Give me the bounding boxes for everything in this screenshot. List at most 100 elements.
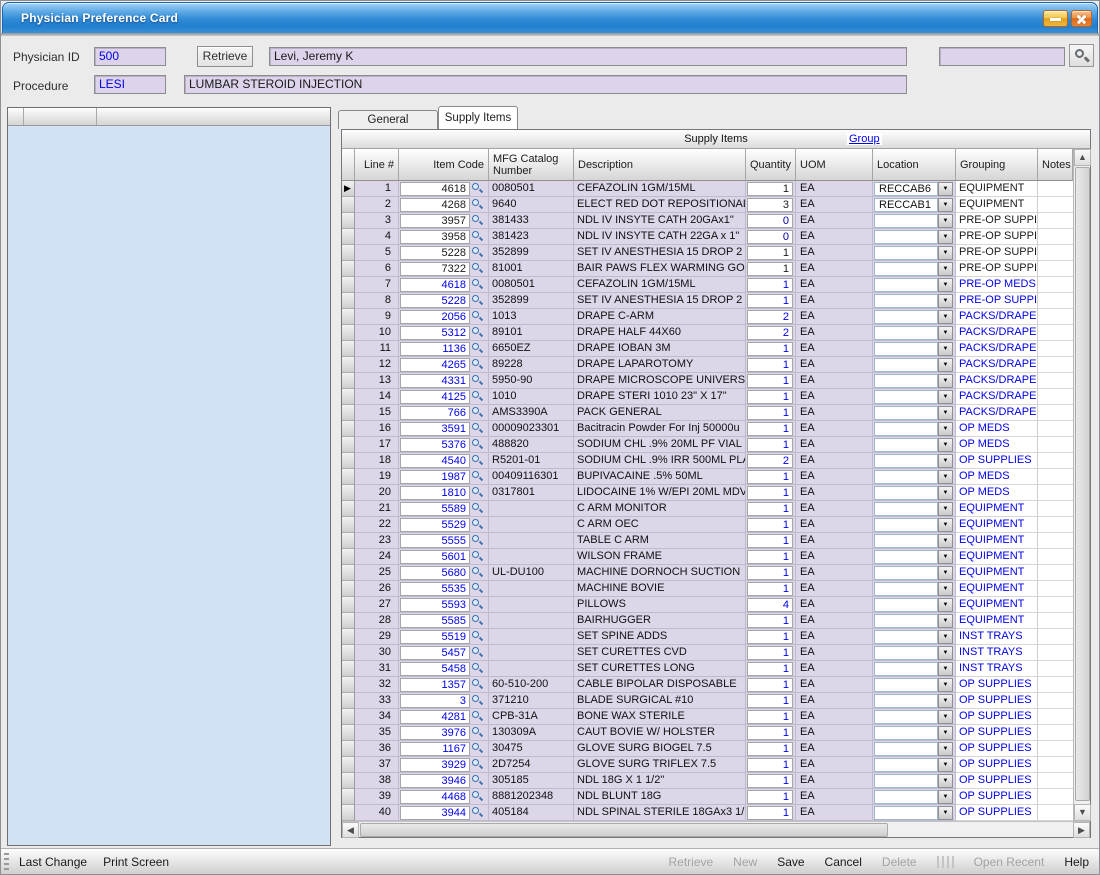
item-code-input[interactable]: 5529 xyxy=(400,518,470,532)
quantity-input[interactable]: 1 xyxy=(747,630,793,644)
item-code-input[interactable]: 5601 xyxy=(400,550,470,564)
close-button[interactable] xyxy=(1071,10,1092,27)
tab-supply-items[interactable]: Supply Items xyxy=(438,106,518,129)
location-dropdown-icon[interactable]: ▼ xyxy=(938,230,953,244)
item-lookup-icon[interactable] xyxy=(470,534,485,548)
item-code-input[interactable]: 5228 xyxy=(400,294,470,308)
location-dropdown-icon[interactable]: ▼ xyxy=(938,582,953,596)
row-selector[interactable] xyxy=(342,741,355,757)
row-selector[interactable] xyxy=(342,197,355,213)
location-dropdown-icon[interactable]: ▼ xyxy=(938,470,953,484)
item-lookup-icon[interactable] xyxy=(470,662,485,676)
quantity-input[interactable]: 1 xyxy=(747,662,793,676)
column-header-description[interactable]: Description xyxy=(574,149,746,181)
row-selector[interactable] xyxy=(342,597,355,613)
row-selector[interactable] xyxy=(342,533,355,549)
location-input[interactable] xyxy=(874,502,938,516)
item-lookup-icon[interactable] xyxy=(470,710,485,724)
item-lookup-icon[interactable] xyxy=(470,790,485,804)
location-dropdown-icon[interactable]: ▼ xyxy=(938,758,953,772)
row-selector[interactable] xyxy=(342,581,355,597)
help-button[interactable]: Help xyxy=(1064,855,1089,869)
minimize-button[interactable] xyxy=(1043,10,1068,27)
location-input[interactable] xyxy=(874,374,938,388)
scroll-left-icon[interactable]: ◀ xyxy=(342,822,359,838)
quantity-input[interactable]: 1 xyxy=(747,694,793,708)
location-dropdown-icon[interactable]: ▼ xyxy=(938,454,953,468)
item-code-input[interactable]: 4331 xyxy=(400,374,470,388)
location-input[interactable] xyxy=(874,614,938,628)
item-lookup-icon[interactable] xyxy=(470,406,485,420)
item-code-input[interactable]: 1357 xyxy=(400,678,470,692)
item-lookup-icon[interactable] xyxy=(470,502,485,516)
item-lookup-icon[interactable] xyxy=(470,326,485,340)
location-input[interactable] xyxy=(874,806,938,820)
location-input[interactable] xyxy=(874,262,938,276)
row-selector[interactable] xyxy=(342,437,355,453)
location-input[interactable] xyxy=(874,438,938,452)
quantity-input[interactable]: 1 xyxy=(747,486,793,500)
location-input[interactable] xyxy=(874,662,938,676)
location-dropdown-icon[interactable]: ▼ xyxy=(938,518,953,532)
quantity-input[interactable]: 1 xyxy=(747,342,793,356)
location-dropdown-icon[interactable]: ▼ xyxy=(938,774,953,788)
item-code-input[interactable]: 5589 xyxy=(400,502,470,516)
location-input[interactable] xyxy=(874,294,938,308)
row-selector[interactable] xyxy=(342,405,355,421)
quantity-input[interactable]: 0 xyxy=(747,230,793,244)
column-header-mfg[interactable]: MFG Catalog Number xyxy=(489,149,574,181)
location-input[interactable] xyxy=(874,406,938,420)
location-dropdown-icon[interactable]: ▼ xyxy=(938,422,953,436)
location-dropdown-icon[interactable]: ▼ xyxy=(938,534,953,548)
quantity-input[interactable]: 1 xyxy=(747,806,793,820)
location-input[interactable] xyxy=(874,390,938,404)
location-dropdown-icon[interactable]: ▼ xyxy=(938,566,953,580)
row-selector[interactable] xyxy=(342,629,355,645)
item-code-input[interactable]: 5458 xyxy=(400,662,470,676)
item-lookup-icon[interactable] xyxy=(470,454,485,468)
location-dropdown-icon[interactable]: ▼ xyxy=(938,502,953,516)
location-dropdown-icon[interactable]: ▼ xyxy=(938,694,953,708)
location-dropdown-icon[interactable]: ▼ xyxy=(938,342,953,356)
location-input[interactable] xyxy=(874,214,938,228)
location-input[interactable] xyxy=(874,230,938,244)
item-code-input[interactable]: 7322 xyxy=(400,262,470,276)
item-code-input[interactable]: 4265 xyxy=(400,358,470,372)
procedure-field[interactable]: LESI xyxy=(94,75,166,94)
print-screen-button[interactable]: Print Screen xyxy=(103,855,169,869)
item-lookup-icon[interactable] xyxy=(470,246,485,260)
location-input[interactable] xyxy=(874,710,938,724)
location-input[interactable] xyxy=(874,742,938,756)
column-header-quantity[interactable]: Quantity xyxy=(746,149,796,181)
quantity-input[interactable]: 1 xyxy=(747,278,793,292)
physician-name-field[interactable]: Levi, Jeremy K xyxy=(269,47,907,66)
location-dropdown-icon[interactable]: ▼ xyxy=(938,726,953,740)
row-selector[interactable] xyxy=(342,229,355,245)
item-lookup-icon[interactable] xyxy=(470,390,485,404)
location-input[interactable] xyxy=(874,566,938,580)
quantity-input[interactable]: 1 xyxy=(747,614,793,628)
location-dropdown-icon[interactable]: ▼ xyxy=(938,310,953,324)
item-code-input[interactable]: 3929 xyxy=(400,758,470,772)
location-dropdown-icon[interactable]: ▼ xyxy=(938,662,953,676)
row-selector[interactable] xyxy=(342,213,355,229)
item-lookup-icon[interactable] xyxy=(470,742,485,756)
location-input[interactable] xyxy=(874,326,938,340)
location-input[interactable] xyxy=(874,758,938,772)
item-lookup-icon[interactable] xyxy=(470,550,485,564)
location-input[interactable] xyxy=(874,550,938,564)
horizontal-scroll-thumb[interactable] xyxy=(360,823,888,837)
location-dropdown-icon[interactable]: ▼ xyxy=(938,278,953,292)
item-code-input[interactable]: 2056 xyxy=(400,310,470,324)
quantity-input[interactable]: 1 xyxy=(747,374,793,388)
item-code-input[interactable]: 5376 xyxy=(400,438,470,452)
scroll-right-icon[interactable]: ▶ xyxy=(1073,822,1090,838)
row-selector[interactable] xyxy=(342,357,355,373)
location-dropdown-icon[interactable]: ▼ xyxy=(938,438,953,452)
quantity-input[interactable]: 2 xyxy=(747,310,793,324)
item-code-input[interactable]: 5519 xyxy=(400,630,470,644)
location-dropdown-icon[interactable]: ▼ xyxy=(938,262,953,276)
location-dropdown-icon[interactable]: ▼ xyxy=(938,710,953,724)
item-code-input[interactable]: 5555 xyxy=(400,534,470,548)
row-selector[interactable] xyxy=(342,661,355,677)
